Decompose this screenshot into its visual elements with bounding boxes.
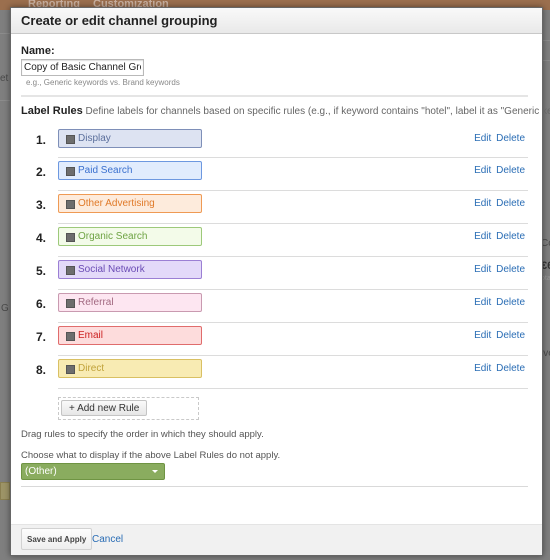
delete-rule-link[interactable]: Delete — [496, 297, 525, 308]
edit-rule-link[interactable]: Edit — [474, 363, 491, 374]
rule-actions: Edit Delete — [472, 198, 525, 209]
rule-row[interactable]: 3. Other Advertising Edit Delete — [36, 191, 528, 224]
rule-label: Referral — [78, 297, 114, 308]
rule-label: Display — [78, 133, 111, 144]
divider — [21, 486, 528, 487]
rule-row[interactable]: 1. Display Edit Delete — [36, 126, 528, 158]
edit-rule-link[interactable]: Edit — [474, 133, 491, 144]
edit-rule-link[interactable]: Edit — [474, 330, 491, 341]
drag-hint: Drag rules to specify the order in which… — [21, 429, 264, 440]
rule-label: Social Network — [78, 264, 145, 275]
fallback-hint: Choose what to display if the above Labe… — [21, 450, 281, 461]
rule-actions: Edit Delete — [472, 297, 525, 308]
chevron-down-icon — [152, 470, 158, 473]
drag-handle-icon[interactable] — [66, 332, 75, 341]
drag-handle-icon[interactable] — [66, 200, 75, 209]
rule-number: 5. — [36, 264, 47, 278]
edit-rule-link[interactable]: Edit — [474, 264, 491, 275]
rule-actions: Edit Delete — [472, 165, 525, 176]
rule-label-chip[interactable]: Referral — [58, 293, 202, 312]
drag-handle-icon[interactable] — [66, 365, 75, 374]
drag-handle-icon[interactable] — [66, 233, 75, 242]
save-and-apply-button[interactable]: Save and Apply — [21, 528, 93, 550]
rule-row[interactable]: 8. Direct Edit Delete — [36, 356, 528, 389]
rule-number: 2. — [36, 165, 47, 179]
fallback-label-select[interactable]: (Other) — [21, 463, 165, 480]
rule-label-chip[interactable]: Other Advertising — [58, 194, 202, 213]
background-divider — [0, 100, 10, 101]
rule-number: 7. — [36, 330, 47, 344]
edit-rule-link[interactable]: Edit — [474, 198, 491, 209]
background-text: et — [0, 73, 9, 84]
fallback-selected-value: (Other) — [25, 466, 57, 477]
rule-actions: Edit Delete — [472, 231, 525, 242]
rule-label-chip[interactable]: Direct — [58, 359, 202, 378]
drag-handle-icon[interactable] — [66, 266, 75, 275]
rule-row[interactable]: 4. Organic Search Edit Delete — [36, 224, 528, 257]
rule-actions: Edit Delete — [472, 133, 525, 144]
name-input[interactable] — [21, 59, 144, 76]
rule-label-chip[interactable]: Display — [58, 129, 202, 148]
rule-label-chip[interactable]: Email — [58, 326, 202, 345]
rule-label: Other Advertising — [78, 198, 155, 209]
channel-grouping-dialog: Create or edit channel grouping Name: e.… — [10, 7, 550, 556]
drag-handle-icon[interactable] — [66, 299, 75, 308]
rule-number: 8. — [36, 363, 47, 377]
name-hint: e.g., Generic keywords vs. Brand keyword… — [26, 78, 180, 87]
edit-rule-link[interactable]: Edit — [474, 231, 491, 242]
label-rules-description: Define labels for channels based on spec… — [85, 106, 550, 117]
label-rules-heading: Label Rules — [21, 105, 83, 117]
rule-number: 1. — [36, 133, 47, 147]
background-chip — [0, 482, 10, 500]
rule-label-chip[interactable]: Organic Search — [58, 227, 202, 246]
rules-list: 1. Display Edit Delete 2. Paid Search Edit De… — [21, 126, 532, 389]
add-new-rule-button[interactable]: + Add new Rule — [61, 400, 148, 416]
rule-number: 3. — [36, 198, 47, 212]
background-text: G — [1, 303, 9, 314]
rule-label-chip[interactable]: Social Network — [58, 260, 202, 279]
background-divider — [0, 33, 10, 34]
delete-rule-link[interactable]: Delete — [496, 330, 525, 341]
drag-handle-icon[interactable] — [66, 167, 75, 176]
rule-label: Direct — [78, 363, 105, 374]
rule-label: Paid Search — [78, 165, 133, 176]
rule-actions: Edit Delete — [472, 330, 525, 341]
delete-rule-link[interactable]: Delete — [496, 363, 525, 374]
dialog-footer: Save and Apply Cancel — [11, 524, 542, 555]
add-rule-dropzone: + Add new Rule — [58, 397, 199, 420]
rule-actions: Edit Delete — [472, 363, 525, 374]
dialog-body: Name: e.g., Generic keywords vs. Brand k… — [11, 45, 550, 487]
rule-row[interactable]: 5. Social Network Edit Delete — [36, 257, 528, 290]
rule-number: 4. — [36, 231, 47, 245]
delete-rule-link[interactable]: Delete — [496, 133, 525, 144]
delete-rule-link[interactable]: Delete — [496, 231, 525, 242]
label-rules-header: Label Rules Define labels for channels b… — [21, 105, 550, 117]
cancel-link[interactable]: Cancel — [92, 534, 123, 545]
rule-actions: Edit Delete — [472, 264, 525, 275]
dialog-title: Create or edit channel grouping — [11, 8, 542, 34]
edit-rule-link[interactable]: Edit — [474, 165, 491, 176]
rule-number: 6. — [36, 297, 47, 311]
delete-rule-link[interactable]: Delete — [496, 264, 525, 275]
drag-handle-icon[interactable] — [66, 135, 75, 144]
rule-label: Email — [78, 330, 104, 341]
delete-rule-link[interactable]: Delete — [496, 198, 525, 209]
delete-rule-link[interactable]: Delete — [496, 165, 525, 176]
edit-rule-link[interactable]: Edit — [474, 297, 491, 308]
rule-label: Organic Search — [78, 231, 148, 242]
name-label: Name: — [21, 45, 55, 57]
rule-row[interactable]: 6. Referral Edit Delete — [36, 290, 528, 323]
rule-row[interactable]: 2. Paid Search Edit Delete — [36, 158, 528, 191]
rule-row[interactable]: 7. Email Edit Delete — [36, 323, 528, 356]
divider — [21, 95, 528, 97]
rule-label-chip[interactable]: Paid Search — [58, 161, 202, 180]
